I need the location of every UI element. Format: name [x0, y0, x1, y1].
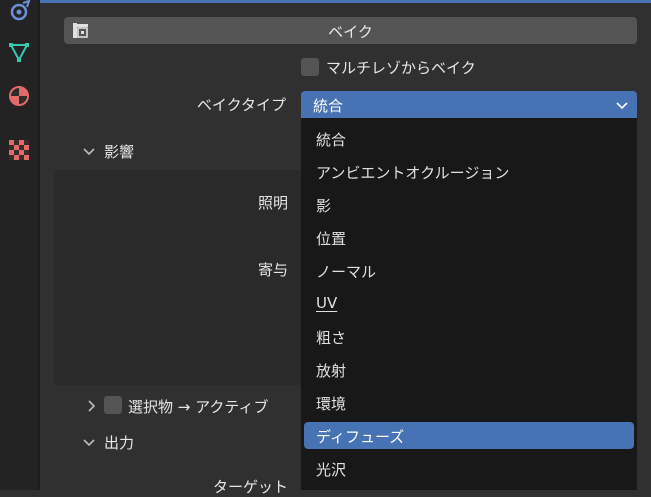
influence-label: 影響 [104, 143, 135, 161]
bake-type-label: ベイクタイプ [196, 96, 286, 114]
menu-item-combined[interactable]: 統合 [304, 125, 634, 152]
contribution-label: 寄与 [257, 261, 288, 279]
bake-type-select[interactable]: 統合 [301, 91, 637, 118]
menu-item-roughness[interactable]: 粗さ [304, 323, 634, 350]
multires-checkbox[interactable] [301, 58, 319, 76]
menu-item-ambient-occlusion[interactable]: アンビエントオクルージョン [304, 158, 634, 185]
bake-button-label: ベイク [328, 23, 373, 41]
chevron-down-icon [615, 98, 629, 112]
bake-type-value: 統合 [313, 97, 344, 115]
menu-item-environment[interactable]: 環境 [304, 389, 634, 416]
physics-tab-icon[interactable] [7, 0, 31, 24]
texture-tab-icon[interactable] [7, 138, 31, 162]
chevron-right-icon [84, 399, 98, 413]
vertex-data-tab-icon[interactable] [7, 40, 31, 64]
menu-item-diffuse[interactable]: ディフューズ [304, 422, 634, 449]
multires-label: マルチレゾからベイク [326, 59, 476, 77]
chevron-down-icon [82, 144, 96, 158]
properties-tab-bar [0, 0, 38, 490]
menu-item-emit[interactable]: 放射 [304, 356, 634, 383]
menu-item-normal[interactable]: ノーマル [304, 257, 634, 284]
lighting-label: 照明 [257, 194, 288, 212]
target-label: ターゲット [212, 478, 288, 496]
bake-type-dropdown-menu: 統合 アンビエントオクルージョン 影 位置 ノーマル UV 粗さ 放射 環境 デ… [301, 118, 637, 490]
selected-to-active-label: 選択物 → アクティブ [128, 398, 269, 416]
output-label: 出力 [104, 434, 135, 452]
selected-to-active-checkbox[interactable] [104, 396, 122, 414]
chevron-down-icon [82, 435, 96, 449]
menu-item-position[interactable]: 位置 [304, 224, 634, 251]
material-tab-icon[interactable] [7, 84, 31, 108]
menu-item-glossy[interactable]: 光沢 [304, 455, 634, 482]
menu-item-uv[interactable]: UV [304, 290, 634, 317]
bake-button[interactable]: ベイク [64, 17, 637, 44]
menu-item-shadow[interactable]: 影 [304, 191, 634, 218]
